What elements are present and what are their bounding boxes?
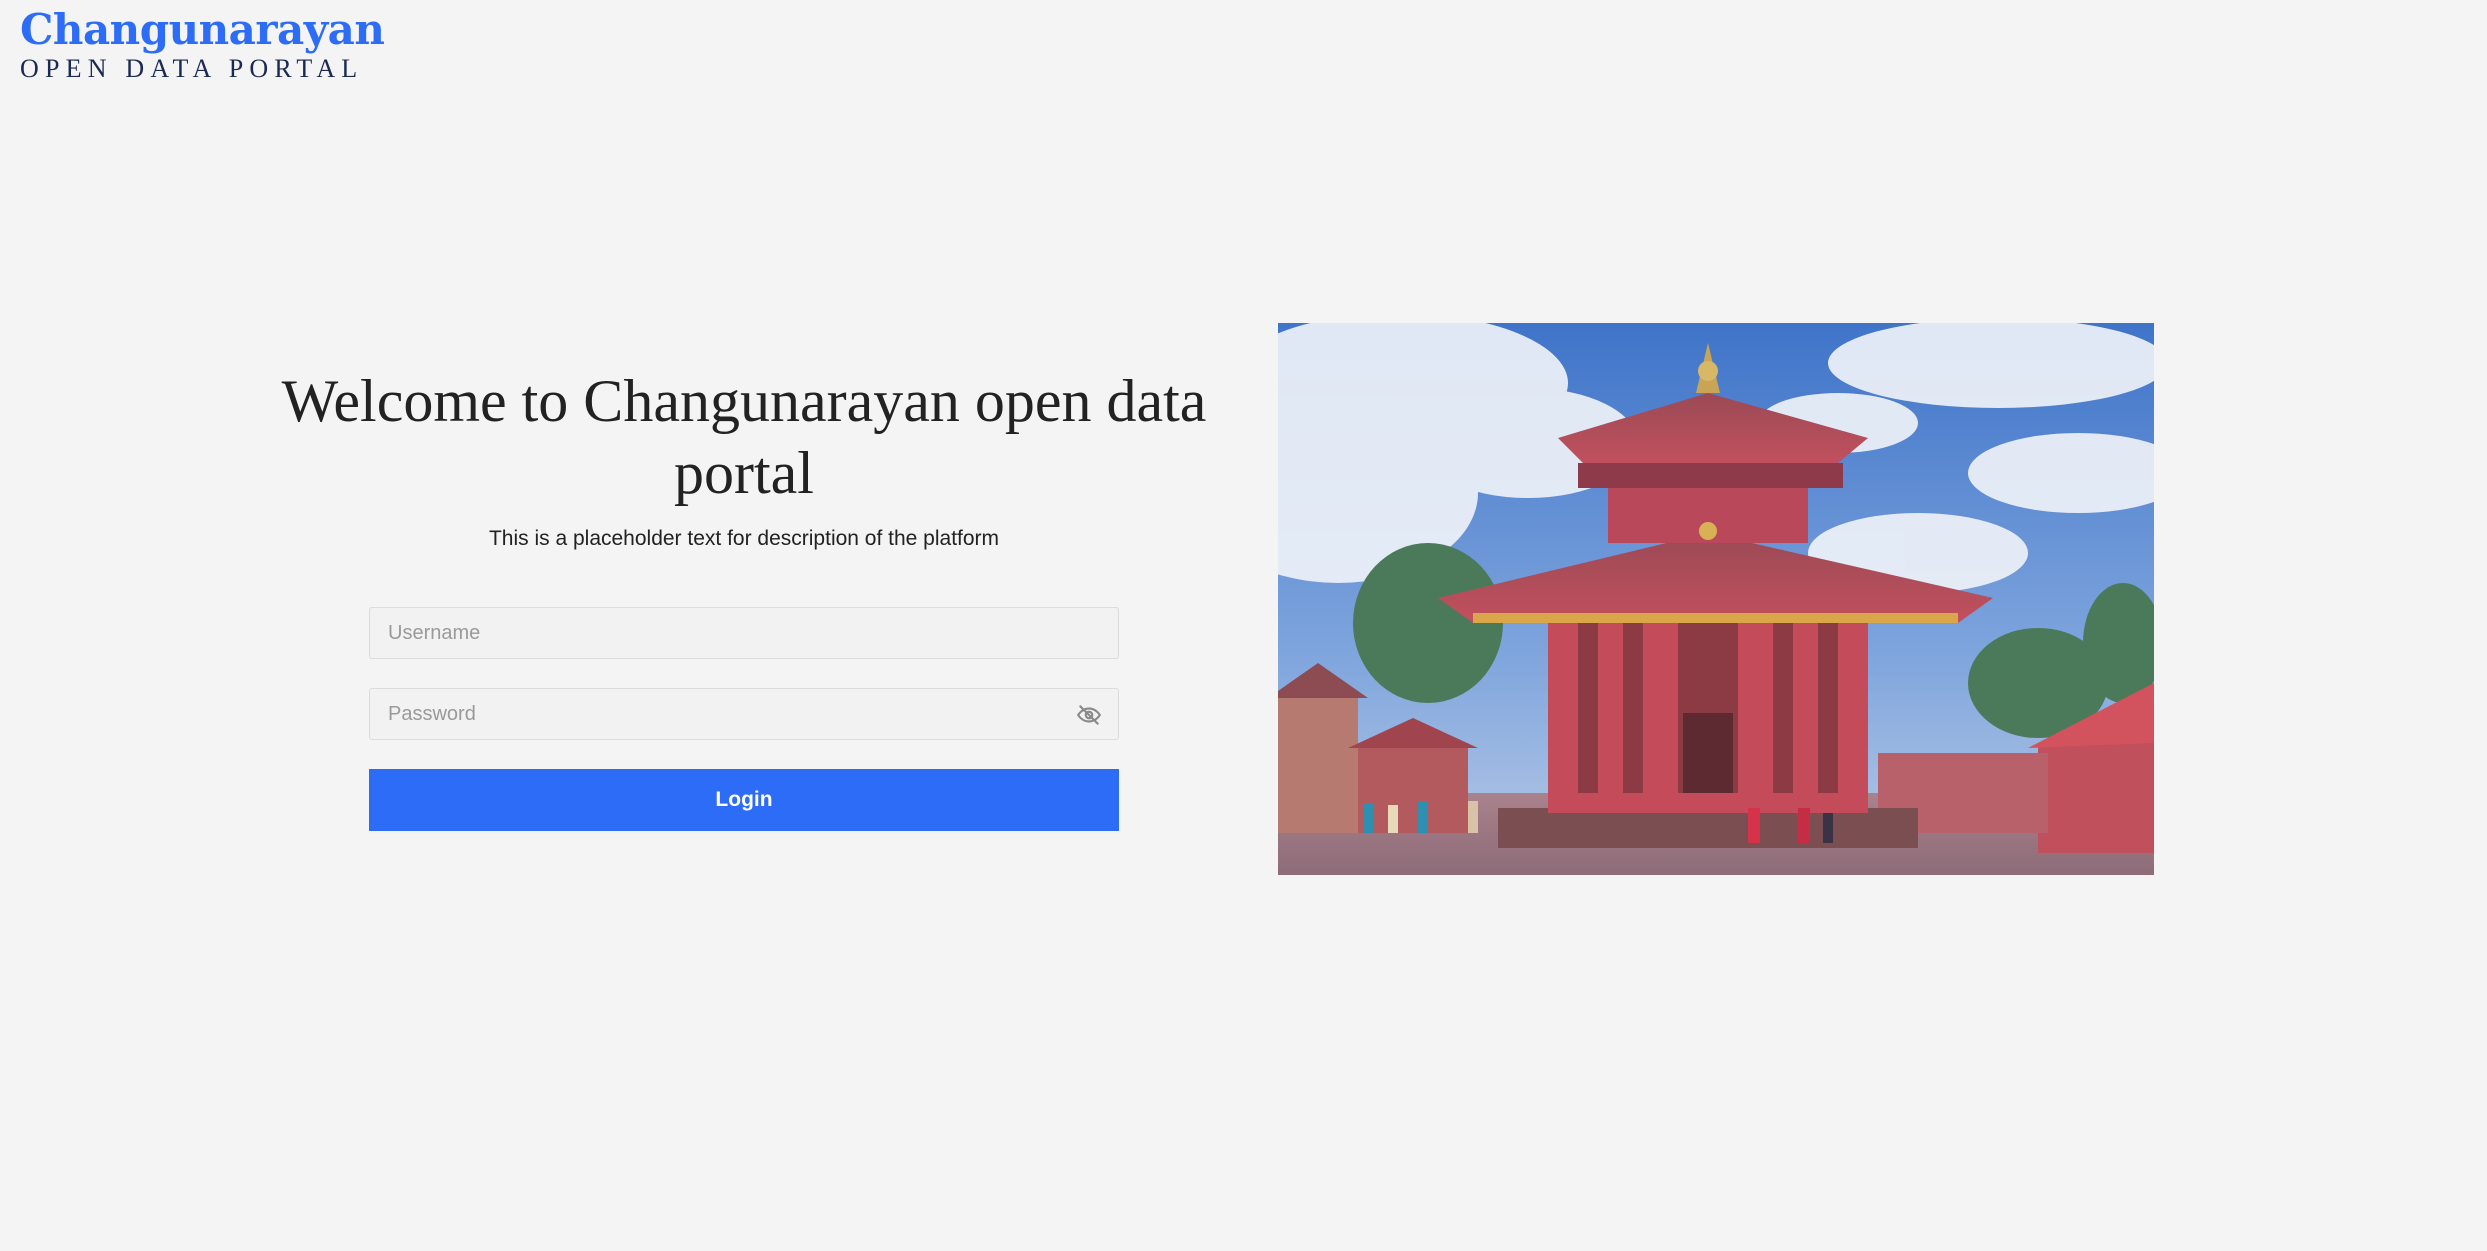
login-form: Login [369, 607, 1119, 831]
page-title: Welcome to Changunarayan open data porta… [281, 368, 1207, 506]
password-input[interactable] [370, 689, 1118, 739]
page-description: This is a placeholder text for descripti… [488, 527, 1000, 550]
welcome-section: Welcome to Changunarayan open data porta… [270, 365, 1218, 551]
password-field-wrapper [369, 688, 1119, 740]
eye-off-icon[interactable] [1076, 702, 1102, 728]
login-button[interactable]: Login [369, 769, 1119, 831]
temple-image [1278, 323, 2154, 875]
username-field-wrapper [369, 607, 1119, 659]
brand-logo[interactable]: Changunarayan OPEN DATA PORTAL [20, 4, 385, 84]
brand-name: Changunarayan [20, 5, 385, 54]
brand-subtitle: OPEN DATA PORTAL [20, 54, 364, 83]
username-input[interactable] [370, 608, 1118, 658]
